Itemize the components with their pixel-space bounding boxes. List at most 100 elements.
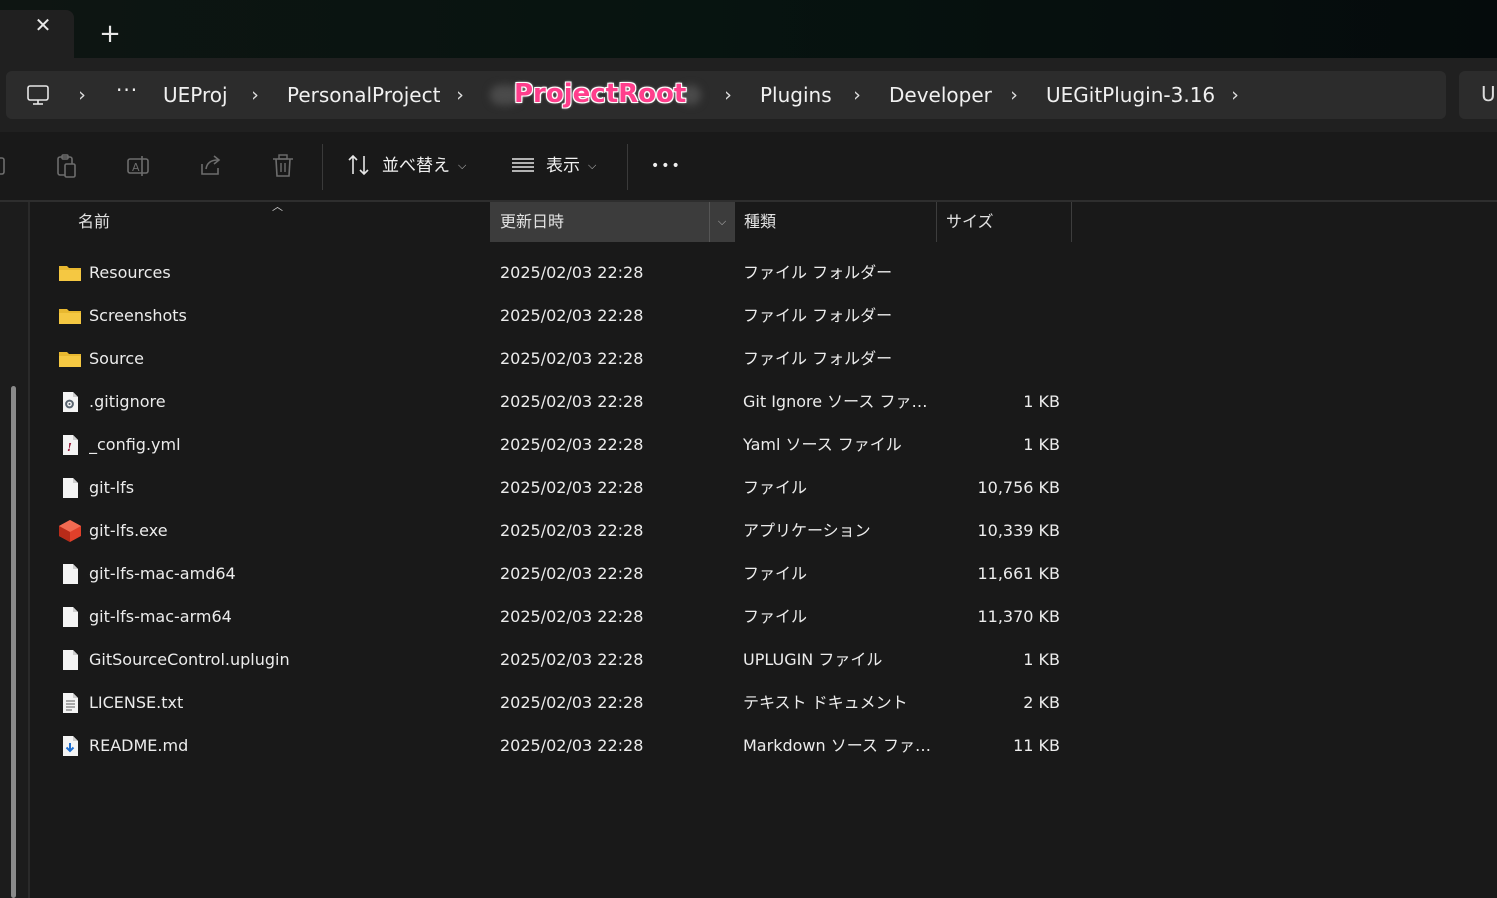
file-type: テキスト ドキュメント bbox=[743, 693, 908, 712]
file-row[interactable]: git-lfs-mac-arm64 2025/02/03 22:28 ファイル 11,… bbox=[48, 595, 1068, 638]
file-name: git-lfs-mac-amd64 bbox=[89, 564, 236, 583]
search-box[interactable]: U bbox=[1459, 71, 1497, 119]
text-file-icon bbox=[63, 693, 78, 713]
breadcrumb-item-uegitplugin[interactable]: UEGitPlugin-3.16 bbox=[1046, 82, 1215, 108]
file-size bbox=[940, 294, 1060, 337]
chevron-right-icon[interactable]: › bbox=[850, 82, 864, 108]
column-separator[interactable] bbox=[1071, 202, 1072, 242]
file-date: 2025/02/03 22:28 bbox=[500, 736, 644, 755]
toolbar-separator bbox=[627, 144, 628, 190]
column-filter-dropdown[interactable]: ⌵ bbox=[709, 202, 734, 242]
file-type: ファイル フォルダー bbox=[743, 349, 893, 368]
file-type: アプリケーション bbox=[743, 521, 871, 540]
chevron-right-icon[interactable]: › bbox=[453, 82, 467, 108]
file-name: git-lfs bbox=[89, 478, 135, 497]
config-file-icon bbox=[63, 392, 78, 412]
file-date: 2025/02/03 22:28 bbox=[500, 306, 644, 325]
column-header-date[interactable]: 更新日時 bbox=[490, 202, 709, 242]
file-date: 2025/02/03 22:28 bbox=[500, 693, 644, 712]
file-type: ファイル bbox=[743, 478, 808, 497]
column-header-type[interactable]: 種類 bbox=[744, 202, 934, 242]
file-date: 2025/02/03 22:28 bbox=[500, 478, 644, 497]
column-header-name[interactable]: 名前 bbox=[78, 202, 488, 242]
file-row[interactable]: git-lfs-mac-amd64 2025/02/03 22:28 ファイル 11,… bbox=[48, 552, 1068, 595]
address-row: › ··· UEProj › PersonalProject › Project… bbox=[0, 58, 1497, 133]
file-size: 1 KB bbox=[1023, 650, 1060, 669]
file-row[interactable]: Source 2025/02/03 22:28 ファイル フォルダー bbox=[48, 337, 1068, 380]
share-icon[interactable] bbox=[197, 152, 225, 180]
delete-icon[interactable] bbox=[269, 152, 297, 180]
file-size: 11 KB bbox=[1013, 736, 1060, 755]
file-icon bbox=[63, 607, 78, 627]
chevron-right-icon[interactable]: › bbox=[1228, 82, 1242, 108]
breadcrumb-item-personalproject[interactable]: PersonalProject bbox=[287, 82, 440, 108]
breadcrumb-item-plugins[interactable]: Plugins bbox=[760, 82, 832, 108]
file-name: git-lfs.exe bbox=[89, 521, 168, 540]
copy-icon[interactable] bbox=[0, 152, 12, 180]
file-row[interactable]: GitSourceControl.uplugin 2025/02/03 22:28… bbox=[48, 638, 1068, 681]
file-row[interactable]: README.md 2025/02/03 22:28 Markdown ソース ファ… bbox=[48, 724, 1068, 767]
view-label: 表示 bbox=[546, 156, 580, 176]
file-row[interactable]: .gitignore 2025/02/03 22:28 Git Ignore ソース… bbox=[48, 380, 1068, 423]
chevron-right-icon[interactable]: › bbox=[1007, 82, 1021, 108]
file-type: ファイル フォルダー bbox=[743, 306, 893, 325]
file-type: ファイル bbox=[743, 607, 808, 626]
column-header-size[interactable]: サイズ bbox=[946, 202, 1066, 242]
file-icon bbox=[63, 564, 78, 584]
column-separator[interactable] bbox=[734, 202, 735, 242]
chevron-down-icon: ⌵ bbox=[458, 159, 467, 172]
markdown-file-icon bbox=[63, 736, 78, 756]
breadcrumb-item-developer[interactable]: Developer bbox=[889, 82, 992, 108]
rename-icon[interactable]: A bbox=[125, 152, 153, 180]
breadcrumb-overflow-button[interactable]: ··· bbox=[116, 77, 138, 103]
folder-icon bbox=[59, 309, 81, 324]
file-name: Screenshots bbox=[89, 306, 187, 325]
git-lfs-app-icon bbox=[59, 520, 81, 542]
file-row[interactable]: git-lfs.exe 2025/02/03 22:28 アプリケーション 10,33… bbox=[48, 509, 1068, 552]
file-date: 2025/02/03 22:28 bbox=[500, 392, 644, 411]
toolbar-separator bbox=[322, 144, 323, 190]
file-type: ファイル bbox=[743, 564, 808, 583]
this-pc-icon[interactable] bbox=[26, 83, 50, 107]
file-size bbox=[940, 251, 1060, 294]
breadcrumb-item-ueproj[interactable]: UEProj bbox=[163, 82, 228, 108]
close-tab-button[interactable]: ✕ bbox=[26, 14, 60, 36]
file-row[interactable]: ! _config.yml 2025/02/03 22:28 Yaml ソース ファイ… bbox=[48, 423, 1068, 466]
chevron-right-icon[interactable]: › bbox=[75, 82, 89, 108]
command-bar: A 並べ替え ⌵ 表示 ⌵ ••• bbox=[0, 132, 1497, 202]
file-row[interactable]: LICENSE.txt 2025/02/03 22:28 テキスト ドキュメント 2 … bbox=[48, 681, 1068, 724]
tab-strip: ✕ + bbox=[0, 0, 1497, 58]
file-name: Source bbox=[89, 349, 144, 368]
file-icon bbox=[63, 650, 78, 670]
file-date: 2025/02/03 22:28 bbox=[500, 349, 644, 368]
address-bar[interactable]: › ··· UEProj › PersonalProject › Project… bbox=[6, 71, 1446, 119]
chevron-right-icon[interactable]: › bbox=[248, 82, 262, 108]
breadcrumb-item-projectroot[interactable]: ProjectRoot bbox=[514, 77, 686, 111]
folder-icon bbox=[59, 352, 81, 367]
file-type: Markdown ソース ファイ... bbox=[743, 736, 933, 755]
file-name: LICENSE.txt bbox=[89, 693, 184, 712]
file-row[interactable]: Resources 2025/02/03 22:28 ファイル フォルダー bbox=[48, 251, 1068, 294]
file-name: .gitignore bbox=[89, 392, 166, 411]
file-size: 11,661 KB bbox=[977, 564, 1060, 583]
sort-button[interactable]: 並べ替え ⌵ bbox=[346, 152, 466, 180]
nav-pane-scrollbar[interactable] bbox=[11, 386, 16, 898]
file-date: 2025/02/03 22:28 bbox=[500, 607, 644, 626]
view-button[interactable]: 表示 ⌵ bbox=[510, 152, 596, 180]
new-tab-button[interactable]: + bbox=[92, 20, 128, 50]
file-row[interactable]: Screenshots 2025/02/03 22:28 ファイル フォルダー bbox=[48, 294, 1068, 337]
sort-label: 並べ替え bbox=[382, 156, 450, 176]
column-separator[interactable] bbox=[936, 202, 937, 242]
file-size bbox=[940, 337, 1060, 380]
file-row[interactable]: git-lfs 2025/02/03 22:28 ファイル 10,756 KB bbox=[48, 466, 1068, 509]
file-type: Yaml ソース ファイル bbox=[743, 435, 902, 454]
file-icon bbox=[63, 478, 78, 498]
svg-text:A: A bbox=[132, 161, 140, 174]
file-size: 11,370 KB bbox=[977, 607, 1060, 626]
file-date: 2025/02/03 22:28 bbox=[500, 263, 644, 282]
more-options-button[interactable]: ••• bbox=[651, 152, 682, 180]
paste-icon[interactable] bbox=[53, 152, 81, 180]
chevron-right-icon[interactable]: › bbox=[721, 82, 735, 108]
svg-text:!: ! bbox=[67, 441, 72, 454]
file-date: 2025/02/03 22:28 bbox=[500, 650, 644, 669]
